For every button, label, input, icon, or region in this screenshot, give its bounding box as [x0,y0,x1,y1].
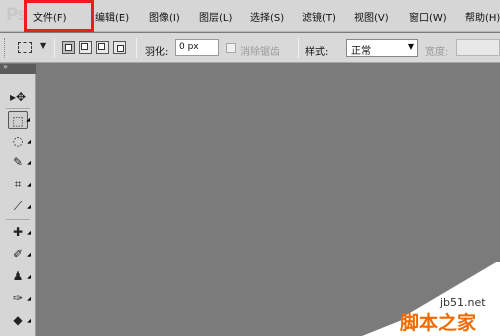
menu-edit[interactable]: 编辑(E) [95,9,129,24]
style-select[interactable]: 正常 ▼ [346,39,418,57]
options-separator [136,38,137,58]
red-highlight-box [24,0,94,32]
eraser-icon[interactable]: ◆ ◢ [8,311,31,329]
menu-window[interactable]: 窗口(W) [409,9,447,24]
new-selection-icon [65,44,72,51]
options-grip[interactable] [4,38,6,58]
collapse-icon[interactable]: » [3,62,8,71]
subtract-selection-icon [98,43,105,50]
rect-marquee-icon[interactable]: ⬚ ◢ [8,111,30,129]
menu-image[interactable]: 图像(I) [149,9,180,24]
antialias-checkbox[interactable] [226,43,236,53]
toolbox-header[interactable]: » [0,62,36,74]
menu-layer[interactable]: 图层(L) [199,9,232,24]
crop-icon[interactable]: ⌗ ◢ [8,175,31,193]
watermark-text: 脚本之家 [400,312,477,334]
menu-bar: Ps 文件(F) 编辑(E) 图像(I) 图层(L) 选择(S) 滤镜(T) 视… [0,0,500,32]
healing-brush-icon[interactable]: ✚ ◢ [8,223,31,241]
add-selection-icon [81,43,88,50]
options-separator [298,38,299,58]
width-input[interactable] [456,39,500,56]
menu-filter[interactable]: 滤镜(T) [302,9,336,24]
tool-preset-icon[interactable] [18,42,32,53]
menu-help[interactable]: 帮助(H) [465,9,500,24]
feather-input[interactable]: 0 px [175,39,219,56]
options-bar: ▼ 羽化: 0 px 消除锯齿 样式: 正常 ▼ 宽度: [0,33,500,63]
feather-label: 羽化: [145,47,169,58]
eyedropper-icon[interactable]: ⟋ ◢ [8,197,31,215]
antialias-label: 消除锯齿 [240,47,280,58]
toolbox-separator [6,219,30,220]
move-icon[interactable]: ▸✥ [8,88,28,106]
brush-icon[interactable]: ✐ ◢ [8,245,31,263]
new-selection-button[interactable] [62,41,75,54]
toolbox: » ▸✥ ⬚ ◢ ◌ ◢ ✎ ◢ ⌗ ◢ ⟋ ◢ ✚ ◢ ✐ ◢ ♟ ◢ ✑ ◢ ◆ ◢ [0,62,36,336]
options-separator [54,38,55,58]
chevron-down-icon: ▼ [407,42,414,51]
clone-stamp-icon[interactable]: ♟ ◢ [8,267,31,285]
style-label: 样式: [305,47,329,58]
lasso-icon[interactable]: ◌ ◢ [8,132,31,150]
history-brush-icon[interactable]: ✑ ◢ [8,289,31,307]
tool-preset-dropdown-icon[interactable]: ▼ [40,41,46,50]
intersect-selection-button[interactable] [113,41,126,54]
intersect-selection-icon [117,45,124,52]
subtract-selection-button[interactable] [96,41,109,54]
menu-view[interactable]: 视图(V) [354,9,389,24]
style-select-value: 正常 [351,46,371,57]
menu-select[interactable]: 选择(S) [250,9,284,24]
add-selection-button[interactable] [79,41,92,54]
width-label: 宽度: [425,47,449,58]
quick-select-icon[interactable]: ✎ ◢ [8,153,31,171]
toolbox-separator [6,108,30,109]
